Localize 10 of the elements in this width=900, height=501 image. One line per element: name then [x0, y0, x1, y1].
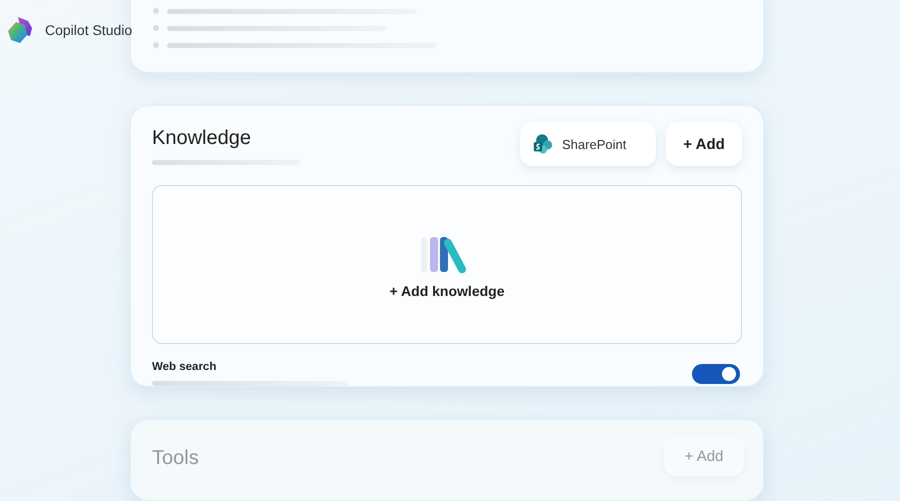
section-title: Tools [152, 447, 199, 470]
section-title: Knowledge [152, 127, 252, 150]
sharepoint-icon [532, 133, 554, 156]
sharepoint-button[interactable]: SharePoint [520, 122, 656, 166]
brand-name: Copilot Studio [45, 22, 132, 38]
knowledge-dropzone[interactable]: + Add knowledge [152, 185, 742, 344]
add-button[interactable]: + Add [666, 122, 742, 166]
web-search-toggle[interactable] [692, 364, 740, 384]
add-knowledge-link[interactable]: + Add knowledge [390, 282, 504, 299]
web-search-label: Web search [152, 361, 218, 374]
